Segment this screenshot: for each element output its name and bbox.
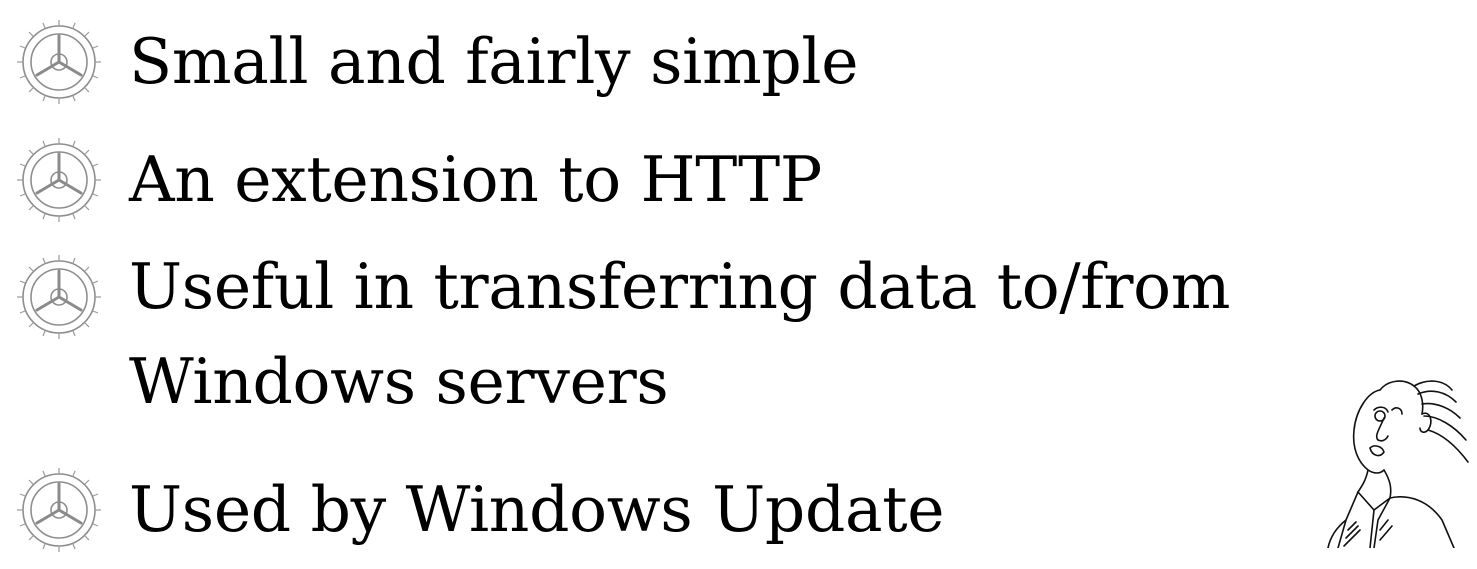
slide: Small and fairly simple An extension to … [0,0,1477,552]
bullet-text: Small and fairly simple [129,25,859,98]
gear-icon [17,20,101,104]
bullet-text: Useful in transferring data to/from Wind… [129,250,1231,418]
bullet-text: Used by Windows Update [129,473,945,546]
caricature-illustration [1327,380,1469,548]
bullet-text: An extension to HTTP [129,143,822,216]
gear-icon [17,255,101,339]
gear-icon [17,468,101,552]
gear-icon [17,138,101,222]
